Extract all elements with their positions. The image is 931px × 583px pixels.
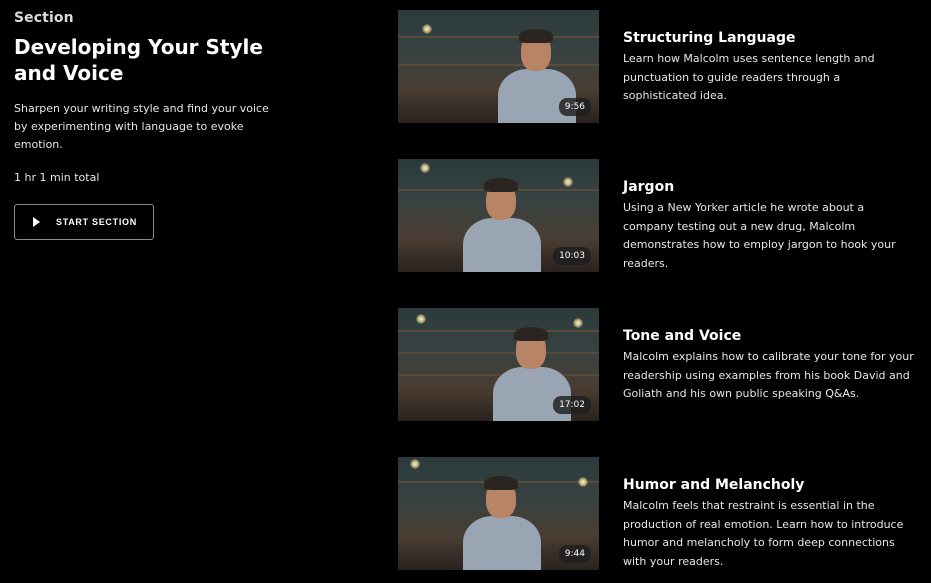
duration-badge: 10:03 — [553, 247, 591, 265]
section-total-duration: 1 hr 1 min total — [14, 171, 100, 184]
play-icon — [33, 217, 40, 227]
lesson-item[interactable]: 10:03 Jargon Using a New Yorker article … — [398, 159, 918, 272]
lesson-thumbnail[interactable]: 9:56 — [398, 10, 599, 123]
lesson-description: Using a New Yorker article he wrote abou… — [623, 201, 896, 270]
lesson-thumbnail[interactable]: 10:03 — [398, 159, 599, 272]
start-section-label: START SECTION — [56, 217, 137, 227]
lesson-item[interactable]: 17:02 Tone and Voice Malcolm explains ho… — [398, 308, 918, 421]
lesson-description: Malcolm explains how to calibrate your t… — [623, 350, 914, 400]
lesson-item[interactable]: 9:44 Humor and Melancholy Malcolm feels … — [398, 457, 918, 570]
lesson-thumbnail[interactable]: 17:02 — [398, 308, 599, 421]
lesson-title[interactable]: Structuring Language — [623, 30, 795, 46]
duration-badge: 9:44 — [558, 545, 591, 563]
lesson-title[interactable]: Humor and Melancholy — [623, 477, 804, 493]
lesson-thumbnail[interactable]: 9:44 — [398, 457, 599, 570]
duration-badge: 17:02 — [553, 396, 591, 414]
section-description: Sharpen your writing style and find your… — [14, 102, 269, 151]
duration-badge: 9:56 — [558, 98, 591, 116]
start-section-button[interactable]: START SECTION — [14, 204, 154, 240]
lesson-title[interactable]: Tone and Voice — [623, 328, 741, 344]
lesson-item[interactable]: 9:56 Structuring Language Learn how Malc… — [398, 10, 918, 123]
lesson-title[interactable]: Jargon — [623, 179, 674, 195]
section-panel: Section Developing Your Style and Voice … — [14, 10, 314, 240]
section-eyebrow: Section — [14, 10, 74, 26]
section-title: Developing Your Style and Voice — [14, 35, 263, 85]
lesson-description: Malcolm feels that restraint is essentia… — [623, 499, 904, 568]
lesson-description: Learn how Malcolm uses sentence length a… — [623, 52, 875, 102]
